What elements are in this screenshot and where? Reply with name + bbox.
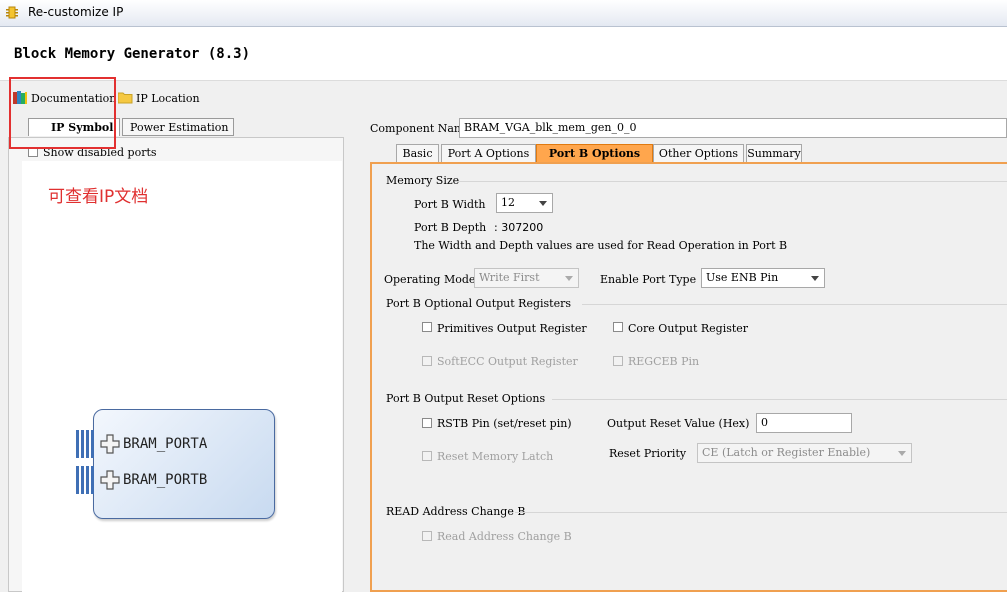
ip-symbol-canvas xyxy=(22,161,342,592)
ip-block xyxy=(93,409,275,519)
folder-icon xyxy=(118,92,133,104)
ip-icon xyxy=(6,6,18,19)
operating-mode-value: Write First xyxy=(479,271,540,284)
rstb-pin-checkbox[interactable] xyxy=(422,418,432,428)
section-divider xyxy=(582,304,1007,305)
softecc-output-register-checkbox xyxy=(422,356,432,366)
port-label-porta: BRAM_PORTA xyxy=(123,436,208,452)
operating-mode-select: Write First xyxy=(474,268,579,288)
rstb-pin-label: RSTB Pin (set/reset pin) xyxy=(437,417,572,430)
reset-options-title: Port B Output Reset Options xyxy=(386,392,546,405)
port-b-width-label: Port B Width xyxy=(414,198,486,211)
tab-summary[interactable]: Summary xyxy=(746,144,802,163)
tab-basic[interactable]: Basic xyxy=(396,144,439,163)
expand-plus-icon[interactable] xyxy=(100,434,120,454)
tab-port-a-options[interactable]: Port A Options xyxy=(441,144,536,163)
enable-port-type-select[interactable]: Use ENB Pin xyxy=(701,268,825,288)
reset-memory-latch-label: Reset Memory Latch xyxy=(437,450,554,463)
tab-port-b-options[interactable]: Port B Options xyxy=(536,144,653,163)
softecc-output-register-label: SoftECC Output Register xyxy=(437,355,578,368)
regceb-pin-checkbox xyxy=(613,356,623,366)
window-titlebar: Re-customize IP xyxy=(0,0,1007,27)
section-divider xyxy=(552,399,1007,400)
reset-priority-label: Reset Priority xyxy=(609,447,687,460)
annotation-text: 可查看IP文档 xyxy=(48,187,149,207)
read-address-change-checkbox xyxy=(422,531,432,541)
chevron-down-icon xyxy=(811,276,819,281)
page-title: Block Memory Generator (8.3) xyxy=(14,46,251,62)
reset-priority-value: CE (Latch or Register Enable) xyxy=(702,446,871,459)
ip-location-label: IP Location xyxy=(136,92,200,105)
width-depth-note: The Width and Depth values are used for … xyxy=(414,239,788,252)
highlight-box xyxy=(9,77,116,149)
component-name-input[interactable]: BRAM_VGA_blk_mem_gen_0_0 xyxy=(459,118,1007,138)
primitives-output-register-label: Primitives Output Register xyxy=(437,322,587,335)
output-reset-value-input[interactable]: 0 xyxy=(756,413,852,433)
operating-mode-label: Operating Mode xyxy=(384,273,476,286)
core-output-register-label: Core Output Register xyxy=(628,322,749,335)
port-label-portb: BRAM_PORTB xyxy=(123,472,208,488)
port-b-depth-value: : 307200 xyxy=(494,221,544,234)
tab-power-estimation-label: Power Estimation xyxy=(130,121,229,134)
chevron-down-icon xyxy=(898,451,906,456)
header: Block Memory Generator (8.3) xyxy=(0,27,1007,81)
output-registers-title: Port B Optional Output Registers xyxy=(386,297,572,310)
component-name-label: Component Name xyxy=(370,122,471,135)
port-bus-icon xyxy=(76,430,94,458)
window-title: Re-customize IP xyxy=(28,5,124,19)
chevron-down-icon xyxy=(539,201,547,206)
section-divider xyxy=(515,512,1007,513)
enable-port-type-label: Enable Port Type xyxy=(600,273,697,286)
port-b-depth-label: Port B Depth xyxy=(414,221,487,234)
reset-priority-select: CE (Latch or Register Enable) xyxy=(697,443,912,463)
regceb-pin-label: REGCEB Pin xyxy=(628,355,700,368)
port-b-width-select[interactable]: 12 xyxy=(496,193,553,213)
primitives-output-register-checkbox[interactable] xyxy=(422,322,432,332)
memory-size-title: Memory Size xyxy=(386,174,460,187)
enable-port-type-value: Use ENB Pin xyxy=(706,271,779,284)
read-address-change-title: READ Address Change B xyxy=(386,505,526,518)
port-b-width-value: 12 xyxy=(501,196,515,209)
output-reset-value-label: Output Reset Value (Hex) xyxy=(607,417,750,430)
read-address-change-label: Read Address Change B xyxy=(437,530,572,543)
reset-memory-latch-checkbox xyxy=(422,451,432,461)
tab-other-options[interactable]: Other Options xyxy=(653,144,744,163)
expand-plus-icon[interactable] xyxy=(100,470,120,490)
section-divider xyxy=(456,181,1007,182)
tab-power-estimation[interactable]: Power Estimation xyxy=(122,118,234,136)
core-output-register-checkbox[interactable] xyxy=(613,322,623,332)
port-bus-icon xyxy=(76,466,94,494)
chevron-down-icon xyxy=(565,276,573,281)
